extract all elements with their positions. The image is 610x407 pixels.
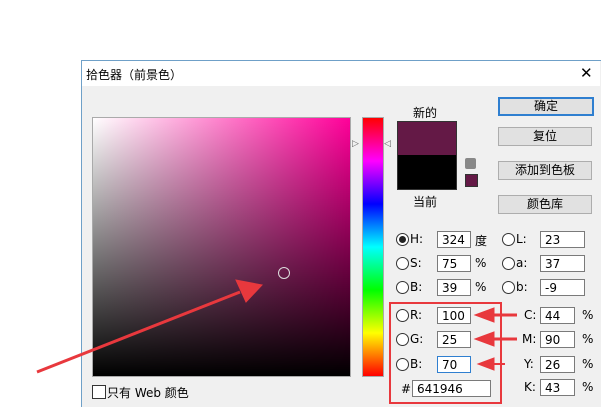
arrow-r xyxy=(473,307,495,323)
big-arrow-line xyxy=(36,290,241,374)
annotation-arrows xyxy=(36,279,517,374)
arrow-b xyxy=(476,357,495,371)
big-arrow-head xyxy=(235,279,263,303)
arrow-g xyxy=(473,331,495,347)
